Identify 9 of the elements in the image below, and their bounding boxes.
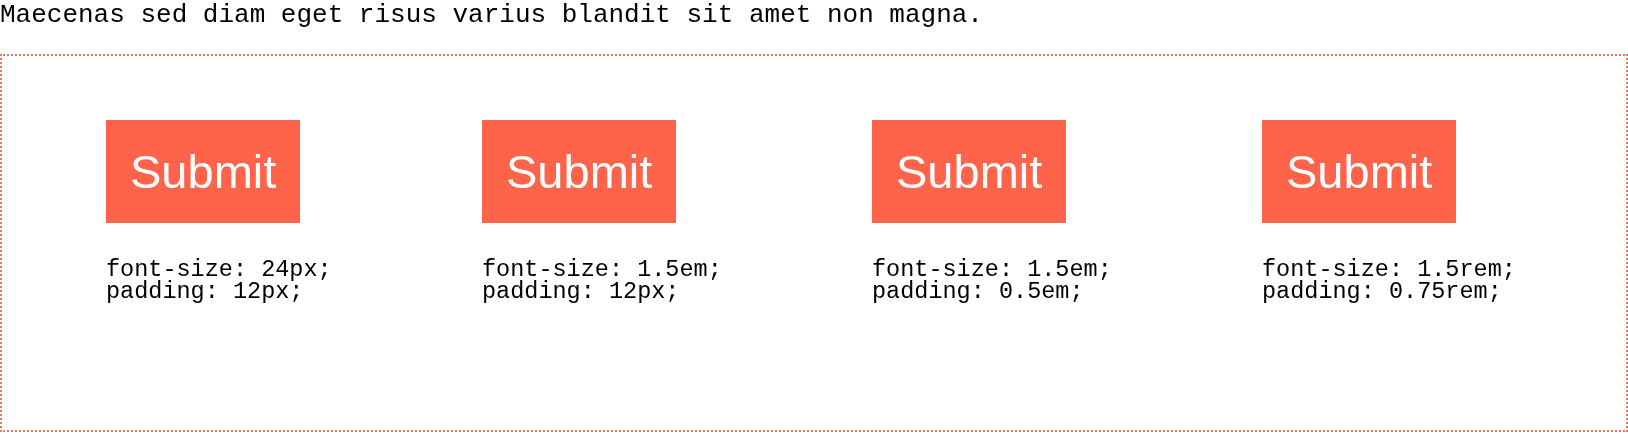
css-code: font-size: 24px; padding: 12px; bbox=[106, 259, 332, 303]
css-code: font-size: 1.5em; padding: 12px; bbox=[482, 259, 722, 303]
submit-button[interactable]: Submit bbox=[482, 120, 677, 223]
css-code: font-size: 1.5em; padding: 0.5em; bbox=[872, 259, 1112, 303]
submit-button[interactable]: Submit bbox=[1262, 120, 1457, 223]
submit-button[interactable]: Submit bbox=[872, 120, 1067, 223]
css-code: font-size: 1.5rem; padding: 0.75rem; bbox=[1262, 259, 1516, 303]
submit-button[interactable]: Submit bbox=[106, 120, 301, 223]
intro-text: Maecenas sed diam eget risus varius blandit sit amet non magna. bbox=[0, 0, 983, 30]
